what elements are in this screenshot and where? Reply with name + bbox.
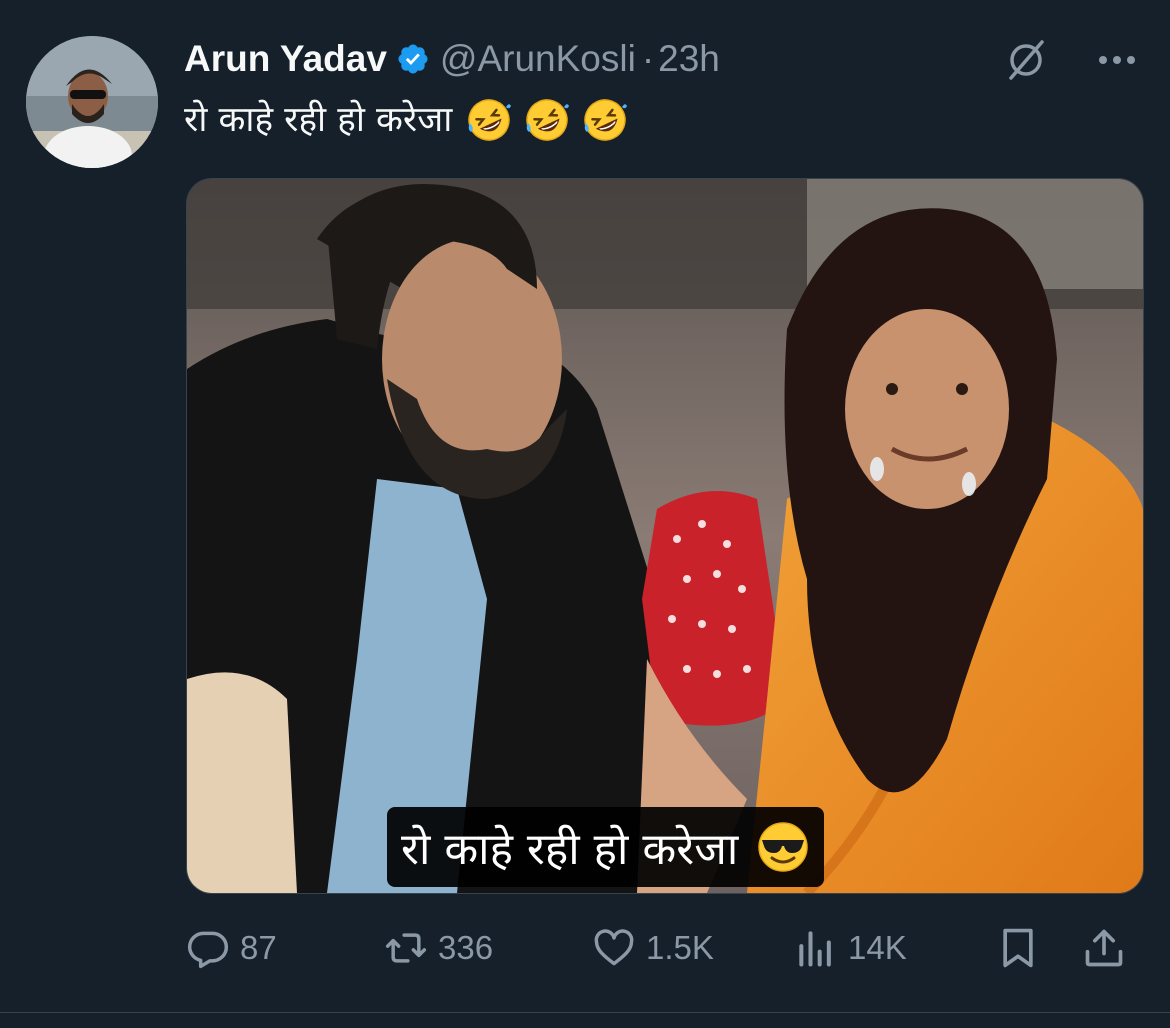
tweet: Arun Yadav @ArunKosli · 23h रो काहे रही …	[0, 0, 1170, 1028]
meme-image	[187, 179, 1143, 893]
bookmark-icon	[1003, 928, 1033, 968]
tweet-top-actions	[1004, 38, 1140, 82]
bookmark-button[interactable]	[996, 918, 1040, 978]
tweet-header: Arun Yadav @ArunKosli · 23h	[184, 36, 720, 82]
retweet-icon	[385, 933, 427, 963]
rolling-laughing-emoji-icon	[584, 99, 628, 141]
retweet-count: 336	[438, 929, 494, 966]
tweet-timestamp[interactable]: 23h	[658, 38, 720, 80]
author-name[interactable]: Arun Yadav	[184, 38, 387, 80]
author-handle[interactable]: @ArunKosli	[440, 38, 636, 80]
avatar[interactable]	[26, 36, 158, 168]
like-button[interactable]: 1.5K	[592, 918, 714, 978]
tweet-text-body: रो काहे रही हो करेजा	[184, 100, 453, 140]
share-button[interactable]	[1082, 918, 1126, 978]
tweet-media[interactable]: रो काहे रही हो करेजा	[186, 178, 1144, 894]
avatar-image	[26, 36, 158, 168]
divider	[0, 1012, 1170, 1013]
grok-icon[interactable]	[1004, 38, 1048, 82]
reply-icon	[187, 931, 229, 969]
share-icon	[1085, 929, 1123, 967]
reply-count: 87	[240, 929, 277, 966]
views-button[interactable]: 14K	[794, 918, 907, 978]
like-icon	[594, 929, 634, 966]
tweet-text: रो काहे रही हो करेजा	[184, 94, 640, 146]
sunglasses-emoji-icon	[758, 822, 808, 872]
like-count: 1.5K	[646, 929, 714, 966]
rolling-laughing-emoji-icon	[526, 99, 570, 141]
media-caption-text: रो काहे रही हो करेजा	[401, 824, 739, 875]
reply-button[interactable]: 87	[186, 918, 277, 978]
media-caption: रो काहे रही हो करेजा	[387, 807, 825, 887]
tweet-actions: 87 336 1.5K 14K	[186, 918, 1146, 978]
verified-badge-icon	[398, 44, 428, 74]
rolling-laughing-emoji-icon	[468, 99, 512, 141]
more-icon[interactable]	[1094, 38, 1140, 82]
retweet-button[interactable]: 336	[384, 918, 493, 978]
separator-dot: ·	[641, 38, 655, 79]
views-icon	[799, 931, 831, 967]
tweet-emojis	[466, 97, 640, 143]
views-count: 14K	[848, 929, 907, 966]
